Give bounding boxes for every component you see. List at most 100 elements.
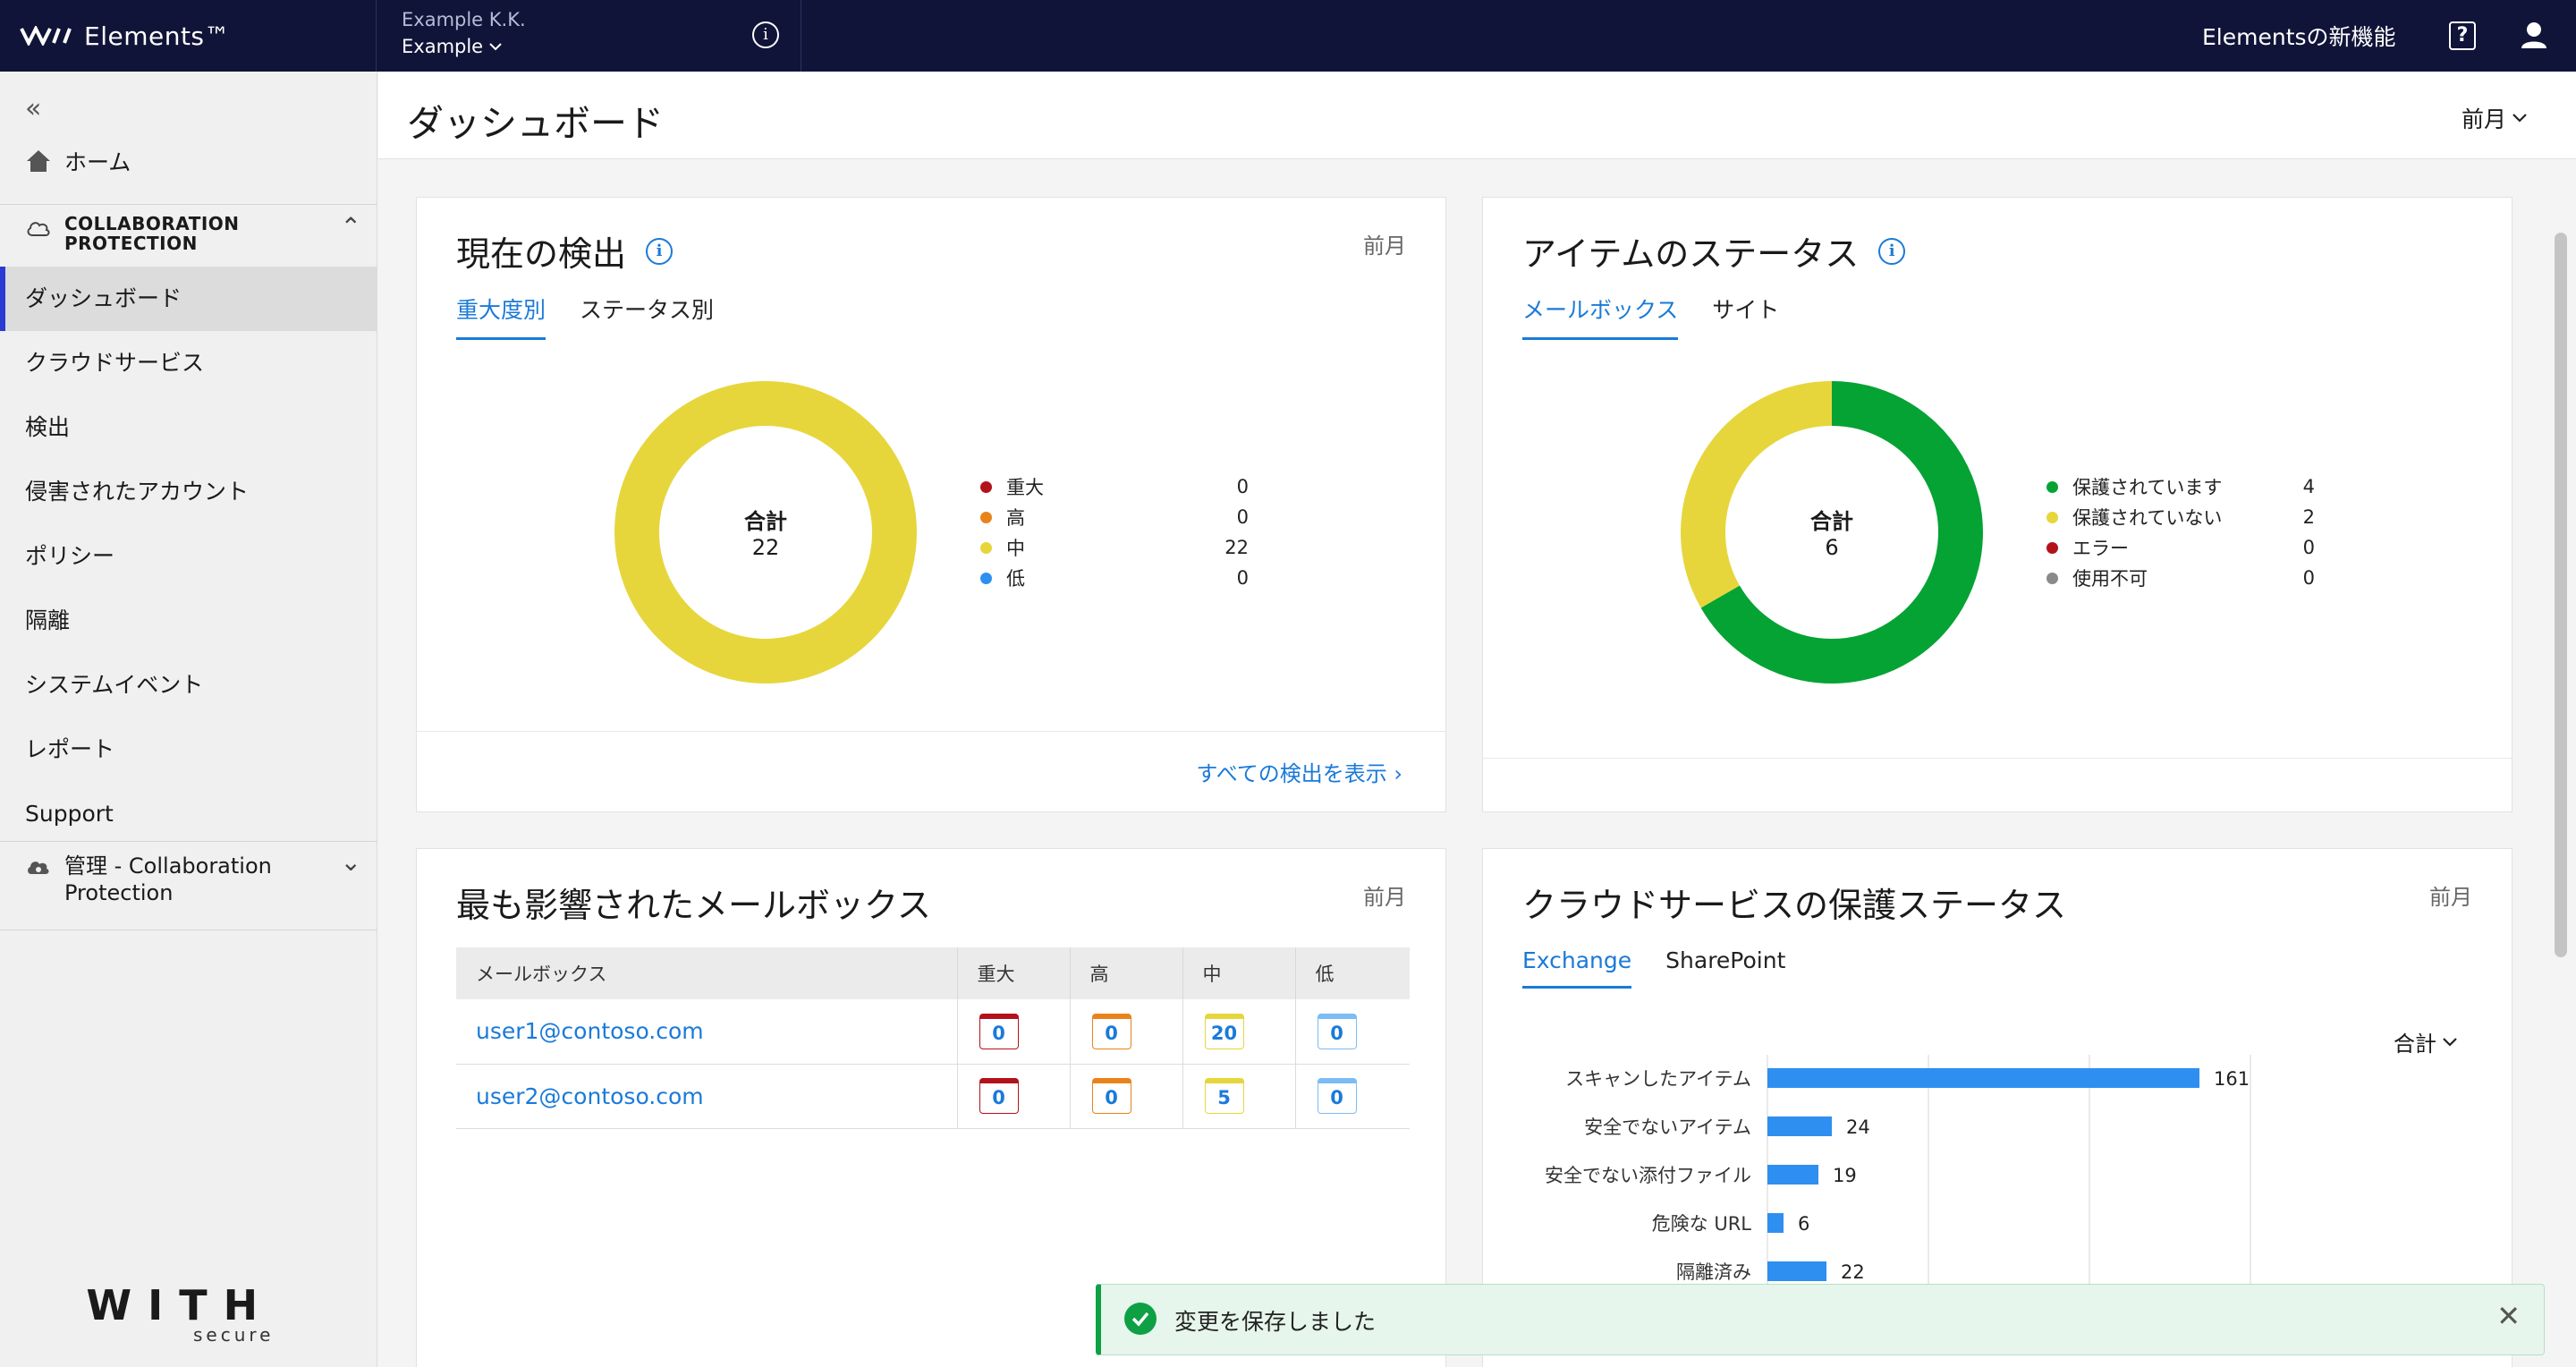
success-toast: 変更を保存しました ✕: [1096, 1284, 2545, 1355]
bar[interactable]: [1767, 1068, 2199, 1088]
column-header[interactable]: 中: [1182, 947, 1296, 999]
sidebar-item-detections[interactable]: 検出: [0, 395, 377, 460]
chevron-up-icon[interactable]: ⌃: [341, 212, 361, 242]
card-period: 前月: [1363, 885, 1406, 910]
bar[interactable]: [1767, 1213, 1784, 1233]
count-badge[interactable]: 5: [1204, 1078, 1244, 1114]
sidebar-item-reports[interactable]: レポート: [0, 717, 377, 782]
view-all-detections-link[interactable]: すべての検出を表示 ›: [1196, 756, 1402, 787]
help-icon[interactable]: ?: [2449, 21, 2476, 50]
count-badge[interactable]: 0: [979, 1013, 1019, 1049]
sidebar-item-support[interactable]: Support: [0, 782, 377, 846]
column-header[interactable]: 高: [1070, 947, 1183, 999]
info-icon[interactable]: i: [1878, 237, 1906, 265]
bar-category-label: 安全でないアイテム: [1584, 1117, 1751, 1138]
tab-exchange[interactable]: Exchange: [1522, 947, 1632, 989]
brand-logo[interactable]: Elements™: [20, 18, 230, 54]
bar[interactable]: [1767, 1261, 1826, 1281]
severity-legend: 重大 0 高0 中 22 低0: [980, 471, 1249, 593]
sidebar-item-system-events[interactable]: システムイベント: [0, 653, 377, 717]
legend-dot: [980, 572, 992, 584]
sidebar-item-compromised-accounts[interactable]: 侵害されたアカウント: [0, 460, 377, 524]
whats-new-link[interactable]: Elementsの新機能: [2202, 20, 2396, 52]
tab-sharepoint[interactable]: SharePoint: [1665, 947, 1785, 989]
divider: [1483, 758, 2512, 759]
donut-total: 合計 6: [1810, 509, 1853, 560]
card-period: 前月: [1363, 233, 1406, 259]
column-header[interactable]: 重大: [957, 947, 1071, 999]
legend-dot: [2046, 572, 2058, 584]
chevron-down-icon[interactable]: ⌄: [341, 847, 361, 877]
chevron-down-icon: [2443, 1037, 2457, 1047]
cell: 0: [957, 999, 1071, 1065]
column-header[interactable]: メールボックス: [456, 947, 958, 999]
item-status-card: アイテムのステータス i メールボックス サイト 合計 6 保護されています 4 …: [1482, 197, 2512, 812]
status-slice[interactable]: [1681, 381, 1833, 608]
legend-item: 保護されています 4: [2046, 471, 2315, 502]
bar[interactable]: [1767, 1165, 1818, 1184]
sidebar-item-quarantine[interactable]: 隔離: [0, 589, 377, 653]
count-badge[interactable]: 20: [1204, 1013, 1244, 1049]
sidebar-item-cloud-services[interactable]: クラウドサービス: [0, 331, 377, 395]
total-dropdown[interactable]: 合計: [2394, 1026, 2458, 1057]
column-header[interactable]: 低: [1295, 947, 1410, 999]
organization-switcher[interactable]: Example K.K. Example i: [376, 0, 801, 72]
bar-value-label: 24: [1846, 1117, 1870, 1138]
cloud-gear-icon: [28, 862, 49, 874]
org-name: Example K.K.: [402, 9, 526, 30]
mailbox-link[interactable]: user1@contoso.com: [456, 999, 958, 1065]
collapse-sidebar-icon[interactable]: «: [25, 93, 41, 124]
tab-by-status[interactable]: ステータス別: [580, 293, 714, 340]
withsecure-mark-icon: [20, 26, 72, 46]
tab-mailbox[interactable]: メールボックス: [1522, 293, 1679, 340]
sidebar-item-home[interactable]: ホーム: [25, 145, 131, 177]
chevron-down-icon: [489, 43, 502, 51]
card-title: アイテムのステータス i: [1522, 226, 1906, 276]
info-icon[interactable]: i: [752, 21, 779, 48]
sidebar-item-label: ホーム: [64, 149, 131, 175]
tab-site[interactable]: サイト: [1712, 293, 1779, 340]
scroll-thumb[interactable]: [2555, 233, 2567, 957]
section-label: 管理 - Collaboration Protection: [64, 853, 272, 905]
legend-item: 保護されていない 2: [2046, 502, 2315, 532]
count-badge[interactable]: 0: [1317, 1013, 1357, 1049]
check-circle-icon: [1124, 1303, 1157, 1335]
count-badge[interactable]: 0: [1091, 1078, 1131, 1114]
legend-item: エラー 0: [2046, 532, 2315, 563]
org-sub-selector[interactable]: Example: [402, 36, 503, 57]
count-badge[interactable]: 0: [979, 1078, 1019, 1114]
section-management[interactable]: 管理 - Collaboration Protection ⌄: [0, 841, 377, 930]
top-bar: Elements™ Example K.K. Example i Element…: [0, 0, 2576, 72]
sidebar-item-policies[interactable]: ポリシー: [0, 524, 377, 589]
donut-total: 合計 22: [744, 509, 787, 560]
tab-by-severity[interactable]: 重大度別: [456, 293, 547, 340]
card-title: クラウドサービスの保護ステータス: [1522, 886, 2067, 925]
mailboxes-table: メールボックス 重大 高 中 低 user1@contoso.com 0 0 2…: [456, 947, 1410, 1129]
cell: 20: [1182, 999, 1296, 1065]
mailbox-link[interactable]: user2@contoso.com: [456, 1064, 958, 1129]
cell: 5: [1182, 1064, 1296, 1129]
count-badge[interactable]: 0: [1091, 1013, 1131, 1049]
info-icon[interactable]: i: [646, 237, 674, 265]
legend-item: 高0: [980, 502, 1249, 532]
service-tabs: Exchange SharePoint: [1522, 947, 1785, 989]
bar[interactable]: [1767, 1117, 1832, 1136]
detections-tabs: 重大度別 ステータス別: [456, 293, 714, 340]
count-badge[interactable]: 0: [1317, 1078, 1357, 1114]
main-content: ダッシュボード 前月 現在の検出 i 前月 重大度別 ステータス別 合計 22 …: [378, 72, 2576, 1367]
filter-label: 合計: [2394, 1032, 2436, 1057]
sidebar-item-dashboard[interactable]: ダッシュボード: [0, 267, 377, 331]
close-icon[interactable]: ✕: [2496, 1299, 2521, 1333]
current-detections-card: 現在の検出 i 前月 重大度別 ステータス別 合計 22 重大 0 高0 中 22 …: [416, 197, 1446, 812]
status-legend: 保護されています 4 保護されていない 2 エラー 0 使用不可 0: [2046, 471, 2315, 593]
table-header-row: メールボックス 重大 高 中 低: [456, 947, 1410, 999]
status-tabs: メールボックス サイト: [1522, 293, 1779, 340]
section-collaboration-protection[interactable]: COLLABORATION PROTECTION ⌃: [0, 204, 377, 263]
legend-item: 重大 0: [980, 471, 1249, 502]
table-row: user2@contoso.com 0 0 5 0: [456, 1064, 1410, 1129]
user-icon[interactable]: [2519, 20, 2549, 50]
period-dropdown[interactable]: 前月: [2462, 102, 2528, 134]
sidebar: « ホーム COLLABORATION PROTECTION ⌃ ダッシュボード…: [0, 72, 377, 1367]
cell: 0: [1295, 999, 1410, 1065]
page-scrollbar[interactable]: [2552, 161, 2570, 1367]
